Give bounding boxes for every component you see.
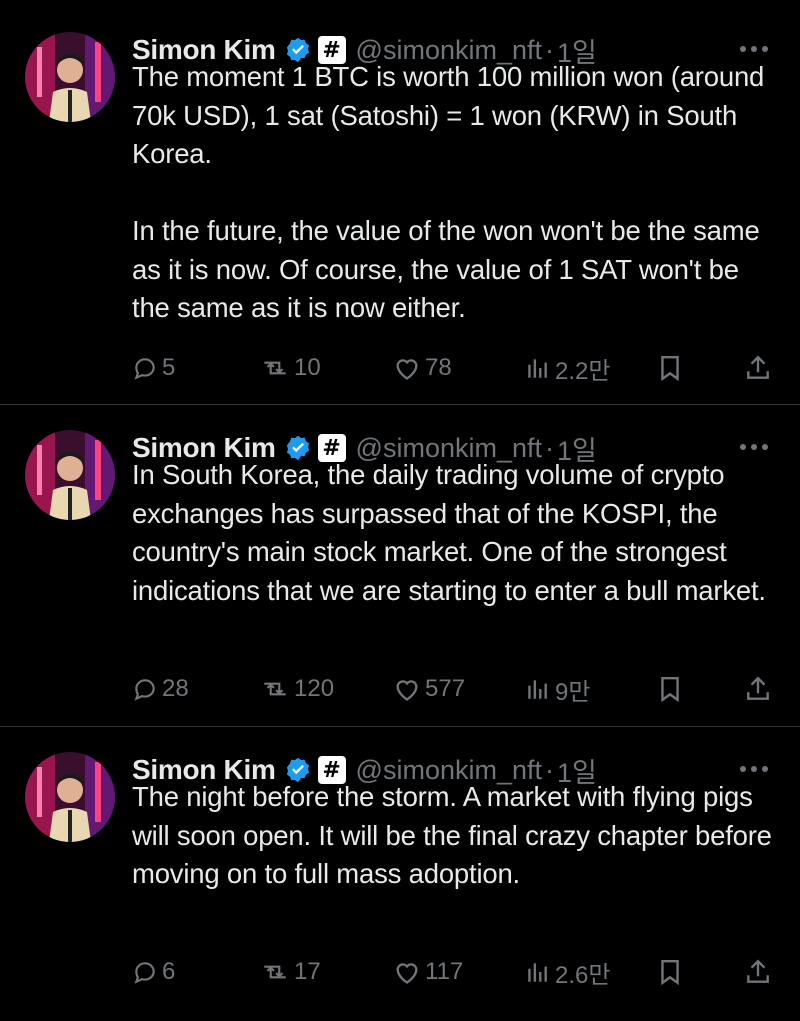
like-button[interactable]: 577 bbox=[393, 669, 465, 709]
repost-count: 10 bbox=[294, 354, 321, 381]
avatar[interactable] bbox=[25, 32, 115, 122]
reply-button[interactable]: 6 bbox=[132, 952, 175, 992]
repost-arrows-icon bbox=[260, 676, 290, 702]
tweet[interactable]: Simon Kim # @simonkim_nft · 1일 The momen… bbox=[0, 30, 800, 410]
tweet-actions: 6 17 117 2.6만 bbox=[0, 952, 800, 992]
reply-button[interactable]: 5 bbox=[132, 348, 175, 388]
bookmark-button[interactable] bbox=[657, 952, 683, 992]
like-button[interactable]: 117 bbox=[393, 952, 463, 992]
like-count: 78 bbox=[425, 354, 452, 381]
heart-icon bbox=[393, 355, 421, 381]
bookmark-icon bbox=[657, 675, 683, 703]
repost-arrows-icon bbox=[260, 355, 290, 381]
views-count: 2.6만 bbox=[555, 961, 611, 989]
tweet-divider bbox=[0, 404, 800, 405]
like-count: 117 bbox=[425, 958, 464, 985]
views-button[interactable]: 2.2만 bbox=[525, 348, 610, 388]
tweet-actions: 5 10 78 2.2만 bbox=[0, 348, 800, 388]
repost-arrows-icon bbox=[260, 959, 290, 985]
share-upload-icon bbox=[745, 354, 771, 382]
reply-bubble-icon bbox=[132, 676, 158, 702]
avatar[interactable] bbox=[25, 752, 115, 842]
reply-count: 28 bbox=[162, 675, 189, 702]
reply-count: 6 bbox=[162, 958, 176, 985]
analytics-bars-icon bbox=[525, 959, 551, 985]
like-count: 577 bbox=[425, 675, 466, 702]
reply-bubble-icon bbox=[132, 355, 158, 381]
analytics-bars-icon bbox=[525, 355, 551, 381]
tweet-divider bbox=[0, 726, 800, 727]
tweet-actions: 28 120 577 9만 bbox=[0, 669, 800, 709]
reply-button[interactable]: 28 bbox=[132, 669, 189, 709]
repost-button[interactable]: 120 bbox=[260, 669, 334, 709]
avatar[interactable] bbox=[25, 430, 115, 520]
analytics-bars-icon bbox=[525, 676, 551, 702]
repost-count: 17 bbox=[294, 958, 321, 985]
tweet-text: The moment 1 BTC is worth 100 million wo… bbox=[132, 61, 765, 323]
share-button[interactable] bbox=[745, 952, 771, 992]
share-button[interactable] bbox=[745, 348, 771, 388]
like-button[interactable]: 78 bbox=[393, 348, 452, 388]
share-button[interactable] bbox=[745, 669, 771, 709]
tweet[interactable]: Simon Kim # @simonkim_nft · 1일 In South … bbox=[0, 428, 800, 728]
bookmark-icon bbox=[657, 958, 683, 986]
bookmark-button[interactable] bbox=[657, 669, 683, 709]
reply-count: 5 bbox=[162, 354, 176, 381]
views-count: 9만 bbox=[555, 678, 591, 706]
share-upload-icon bbox=[745, 675, 771, 703]
views-button[interactable]: 9만 bbox=[525, 669, 590, 709]
tweet-text: In South Korea, the daily trading volume… bbox=[132, 459, 766, 606]
share-upload-icon bbox=[745, 958, 771, 986]
views-button[interactable]: 2.6만 bbox=[525, 952, 610, 992]
heart-icon bbox=[393, 676, 421, 702]
bookmark-button[interactable] bbox=[657, 348, 683, 388]
views-count: 2.2만 bbox=[555, 357, 611, 385]
repost-button[interactable]: 10 bbox=[260, 348, 321, 388]
repost-button[interactable]: 17 bbox=[260, 952, 321, 992]
tweet[interactable]: Simon Kim # @simonkim_nft · 1일 The night… bbox=[0, 750, 800, 1021]
heart-icon bbox=[393, 959, 421, 985]
repost-count: 120 bbox=[294, 675, 335, 702]
reply-bubble-icon bbox=[132, 959, 158, 985]
tweet-text: The night before the storm. A market wit… bbox=[132, 781, 772, 889]
bookmark-icon bbox=[657, 354, 683, 382]
